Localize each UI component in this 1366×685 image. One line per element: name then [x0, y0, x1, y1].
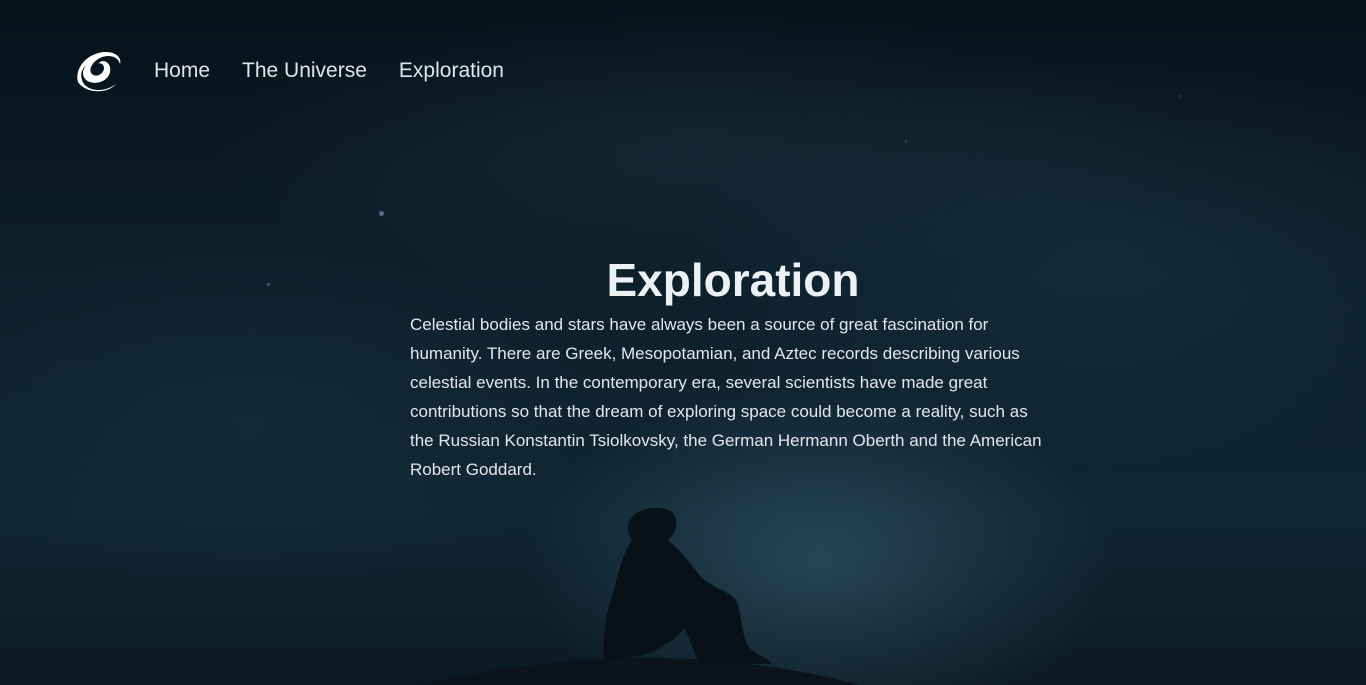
top-navigation: Home The Universe Exploration	[72, 46, 536, 96]
nav-link-home[interactable]: Home	[154, 59, 210, 83]
page-title: Exploration	[606, 254, 860, 306]
nav-link-exploration[interactable]: Exploration	[399, 59, 504, 83]
exploration-paragraph: Celestial bodies and stars have always b…	[410, 315, 1042, 479]
title-wrapper: Exploration	[410, 250, 1056, 310]
spiral-galaxy-icon[interactable]	[72, 46, 122, 96]
nav-link-the-universe[interactable]: The Universe	[242, 59, 367, 83]
main-content: Exploration Celestial bodies and stars h…	[410, 250, 1056, 484]
